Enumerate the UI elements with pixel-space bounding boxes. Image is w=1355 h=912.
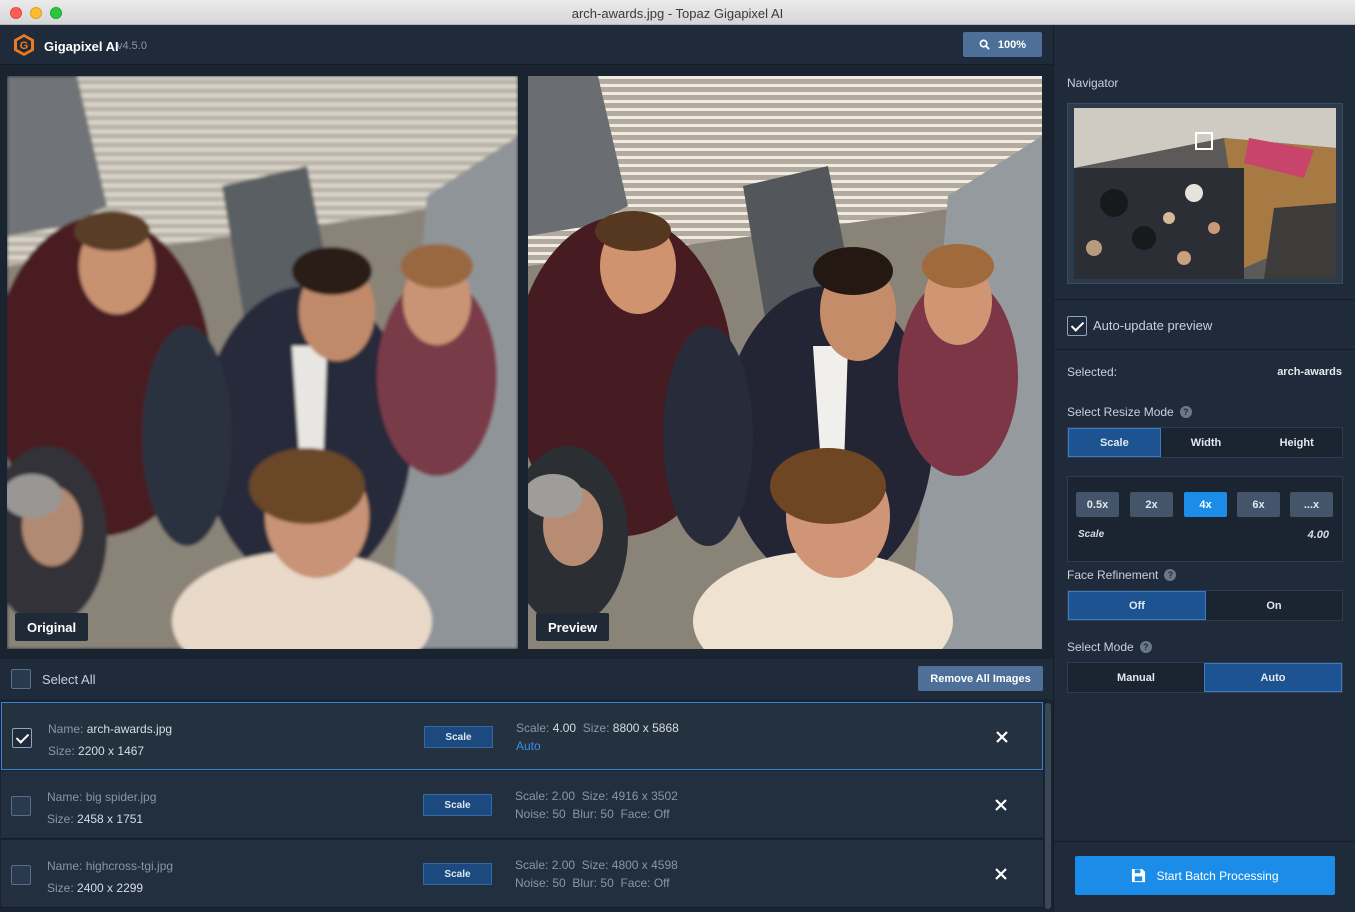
remove-item-icon[interactable]	[992, 727, 1012, 747]
list-item[interactable]: Name: big spider.jpg Size: 2458 x 1751 S…	[1, 771, 1043, 839]
mode-auto[interactable]: Auto	[1204, 663, 1342, 692]
preview-label: Preview	[536, 613, 610, 641]
scale-options-box: 0.5x 2x 4x 6x ...x Scale 4.00	[1067, 476, 1343, 562]
item-mode: Auto	[516, 739, 541, 753]
resize-mode-title: Select Resize Mode?	[1067, 405, 1192, 419]
resize-mode-height[interactable]: Height	[1251, 428, 1342, 457]
app-window: arch-awards.jpg - Topaz Gigapixel AI G G…	[0, 0, 1355, 912]
magnifier-icon	[979, 39, 990, 50]
item-output-info: Scale: 2.00 Size: 4916 x 3502	[515, 789, 678, 803]
remove-item-icon[interactable]	[991, 795, 1011, 815]
app-version: v4.5.0	[117, 40, 147, 52]
mode-manual[interactable]: Manual	[1068, 663, 1204, 692]
item-checkbox[interactable]	[11, 865, 31, 885]
item-settings: Noise: 50 Blur: 50 Face: Off	[515, 876, 670, 890]
select-all-checkbox[interactable]	[11, 669, 31, 689]
face-refinement-title: Face Refinement?	[1067, 568, 1177, 582]
item-name: Name: highcross-tgi.jpg	[47, 859, 174, 873]
selected-value: arch-awards	[1277, 366, 1342, 378]
auto-update-label: Auto-update preview	[1093, 318, 1213, 333]
side-header	[1053, 25, 1355, 65]
scale-2x-button[interactable]: 2x	[1130, 492, 1173, 517]
selected-label: Selected:	[1067, 365, 1118, 379]
image-list: Name: arch-awards.jpg Size: 2200 x 1467 …	[0, 699, 1053, 912]
item-size: Size: 2458 x 1751	[47, 812, 144, 826]
item-scale-button[interactable]: Scale	[423, 794, 492, 816]
resize-mode-width[interactable]: Width	[1161, 428, 1252, 457]
mode-selector: Manual Auto	[1067, 662, 1343, 693]
navigator-viewport[interactable]	[1195, 132, 1213, 150]
image-list-toolbar: Select All Remove All Images	[0, 659, 1053, 699]
face-refinement-on[interactable]: On	[1206, 591, 1342, 620]
scale-0-5x-button[interactable]: 0.5x	[1076, 492, 1119, 517]
preview-photo	[528, 76, 1042, 649]
original-image-pane[interactable]: Original	[7, 76, 518, 649]
item-output-info: Scale: 4.00 Size: 8800 x 5868	[516, 721, 679, 735]
settings-panel: Navigator Auto-update preview Selected: …	[1053, 65, 1355, 912]
app-header: G Gigapixel AI v4.5.0 100%	[0, 25, 1053, 65]
resize-mode-scale[interactable]: Scale	[1068, 428, 1161, 457]
face-refinement-off[interactable]: Off	[1068, 591, 1206, 620]
scale-4x-button[interactable]: 4x	[1184, 492, 1227, 517]
svg-text:G: G	[20, 40, 29, 52]
title-bar: arch-awards.jpg - Topaz Gigapixel AI	[0, 0, 1355, 25]
start-batch-label: Start Batch Processing	[1156, 868, 1279, 883]
scale-value[interactable]: 4.00	[1308, 529, 1329, 541]
original-label: Original	[15, 613, 89, 641]
select-all-label: Select All	[42, 672, 96, 687]
divider	[1054, 349, 1355, 350]
select-mode-title: Select Mode?	[1067, 640, 1152, 654]
item-settings: Noise: 50 Blur: 50 Face: Off	[515, 807, 670, 821]
item-checkbox[interactable]	[12, 728, 32, 748]
help-icon[interactable]: ?	[1179, 406, 1192, 418]
list-item[interactable]: Name: highcross-tgi.jpg Size: 2400 x 229…	[1, 840, 1043, 908]
scale-custom-button[interactable]: ...x	[1290, 492, 1333, 517]
divider	[1054, 299, 1355, 300]
help-icon[interactable]: ?	[1139, 641, 1152, 653]
list-item[interactable]: Name: arch-awards.jpg Size: 2200 x 1467 …	[1, 702, 1043, 770]
help-icon[interactable]: ?	[1164, 569, 1177, 581]
list-scrollbar[interactable]	[1045, 703, 1051, 909]
item-scale-button[interactable]: Scale	[424, 726, 493, 748]
scale-label: Scale	[1078, 529, 1105, 540]
zoom-level: 100%	[997, 38, 1027, 51]
navigator-title: Navigator	[1067, 76, 1119, 90]
item-scale-button[interactable]: Scale	[423, 863, 492, 885]
save-icon	[1132, 868, 1146, 883]
divider	[1054, 841, 1355, 842]
start-batch-processing-button[interactable]: Start Batch Processing	[1075, 856, 1335, 895]
item-output-info: Scale: 2.00 Size: 4800 x 4598	[515, 858, 678, 872]
original-photo	[7, 76, 518, 649]
scale-6x-button[interactable]: 6x	[1237, 492, 1280, 517]
item-name: Name: arch-awards.jpg	[48, 722, 173, 736]
item-size: Size: 2200 x 1467	[48, 744, 145, 758]
item-checkbox[interactable]	[11, 796, 31, 816]
app-name: Gigapixel AI	[44, 39, 119, 54]
gigapixel-logo-icon: G	[14, 34, 34, 56]
navigator-thumbnail[interactable]	[1074, 108, 1336, 279]
item-size: Size: 2400 x 2299	[47, 881, 144, 895]
remove-all-images-button[interactable]: Remove All Images	[918, 666, 1043, 691]
image-viewer: Original Preview	[0, 65, 1053, 659]
navigator-box	[1067, 103, 1343, 284]
auto-update-checkbox[interactable]	[1067, 316, 1087, 336]
preview-image-pane[interactable]: Preview	[528, 76, 1042, 649]
resize-mode-selector: Scale Width Height	[1067, 427, 1343, 458]
face-refinement-selector: Off On	[1067, 590, 1343, 621]
remove-item-icon[interactable]	[991, 864, 1011, 884]
zoom-button[interactable]: 100%	[963, 32, 1042, 57]
window-title: arch-awards.jpg - Topaz Gigapixel AI	[571, 6, 784, 21]
item-name: Name: big spider.jpg	[47, 790, 157, 804]
